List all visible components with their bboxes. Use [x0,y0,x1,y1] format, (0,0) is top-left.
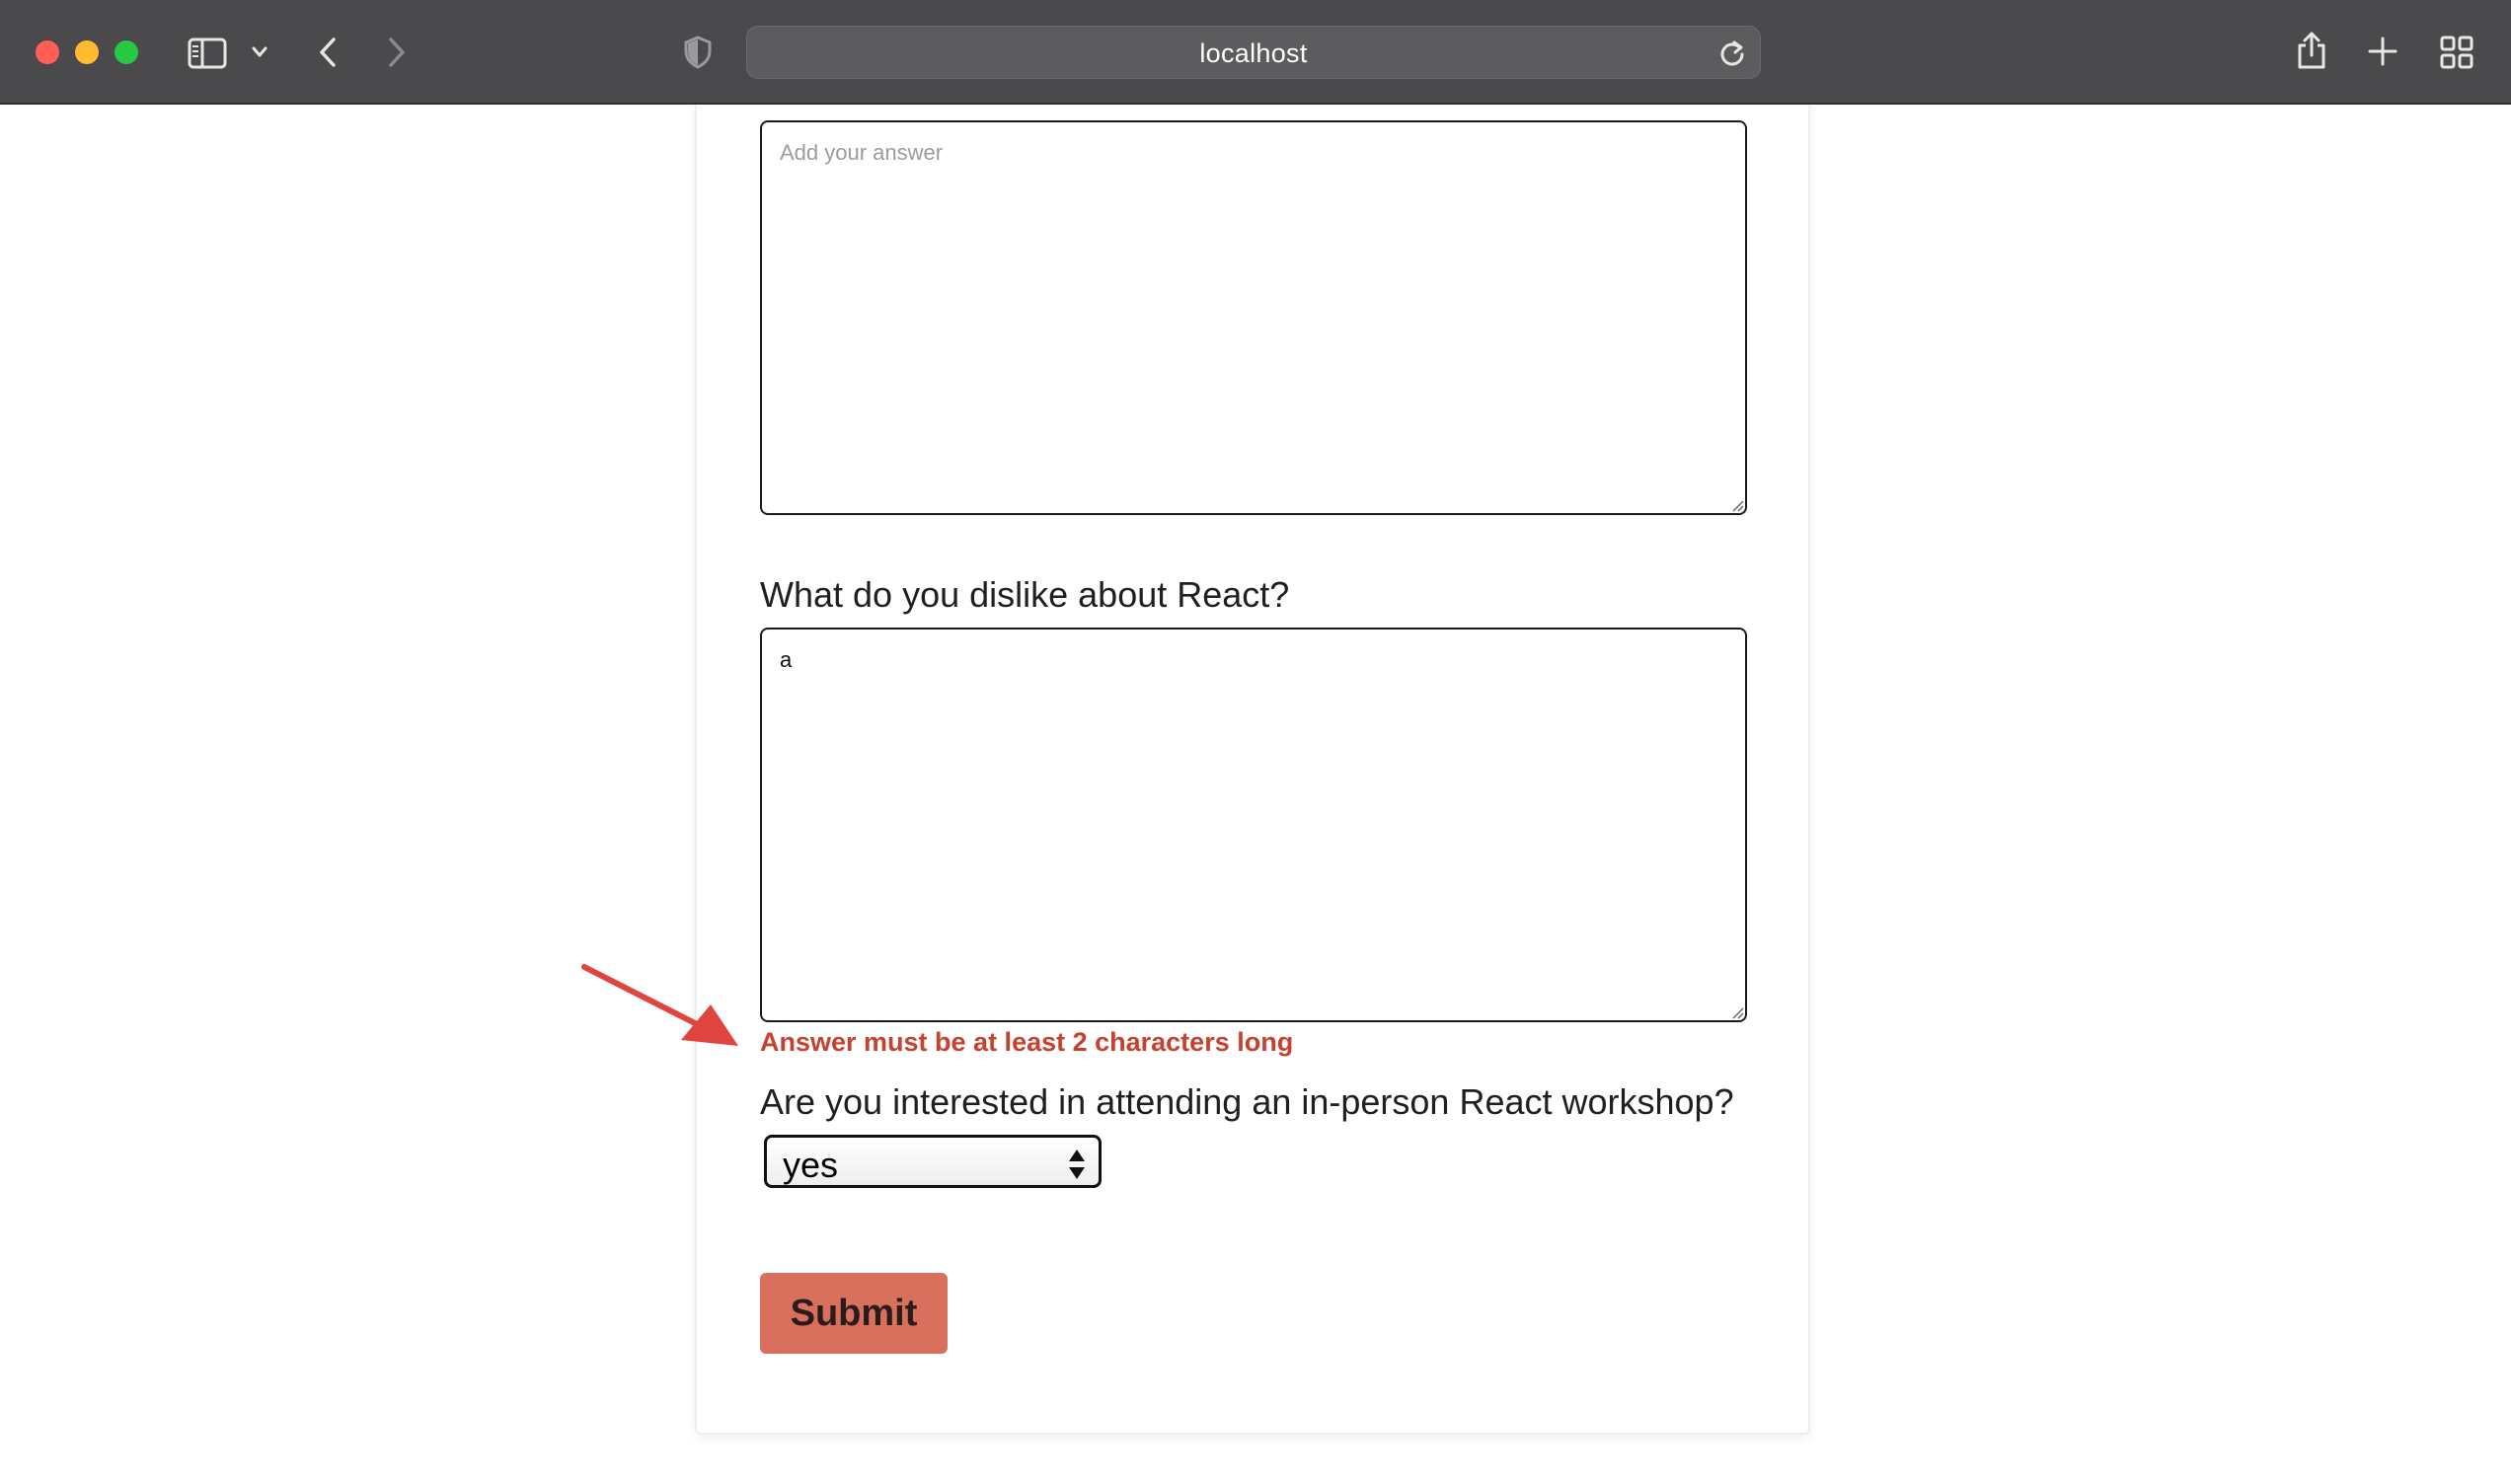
tab-overview-icon[interactable] [2440,36,2473,69]
q1-resize-handle-icon[interactable] [1729,497,1745,513]
new-tab-icon[interactable] [2367,36,2398,67]
workshop-interest-select[interactable]: yes [764,1135,1102,1188]
sidebar-icon[interactable] [188,37,227,69]
browser-toolbar: localhost [0,0,2511,105]
address-bar[interactable]: localhost [746,26,1761,79]
back-icon[interactable] [316,36,340,69]
q2-resize-handle-icon[interactable] [1729,1004,1745,1020]
zoom-window-button[interactable] [114,40,138,64]
chevron-down-icon[interactable] [251,45,268,59]
page-content: What do you dislike about React? a Answe… [0,105,2511,1484]
select-value: yes [783,1145,839,1185]
browser-window: localhost Add your answer What do you di… [0,0,2511,1484]
forward-icon[interactable] [385,36,409,69]
url-text: localhost [1199,38,1308,68]
shield-icon[interactable] [683,36,713,69]
q2-error-message: Answer must be at least 2 characters lon… [760,1027,1294,1057]
annotation-arrow-icon [572,953,750,1057]
minimize-window-button[interactable] [75,40,99,64]
q2-label: What do you dislike about React? [760,574,1290,615]
select-arrows-icon [1067,1148,1087,1186]
q2-answer-textarea[interactable]: a [760,628,1747,1022]
close-window-button[interactable] [36,40,59,64]
q1-answer-textarea[interactable] [760,120,1747,515]
submit-button[interactable]: Submit [760,1273,948,1354]
q3-label: Are you interested in attending an in-pe… [760,1081,1734,1122]
reload-icon[interactable] [1718,38,1746,68]
share-icon[interactable] [2296,30,2327,71]
